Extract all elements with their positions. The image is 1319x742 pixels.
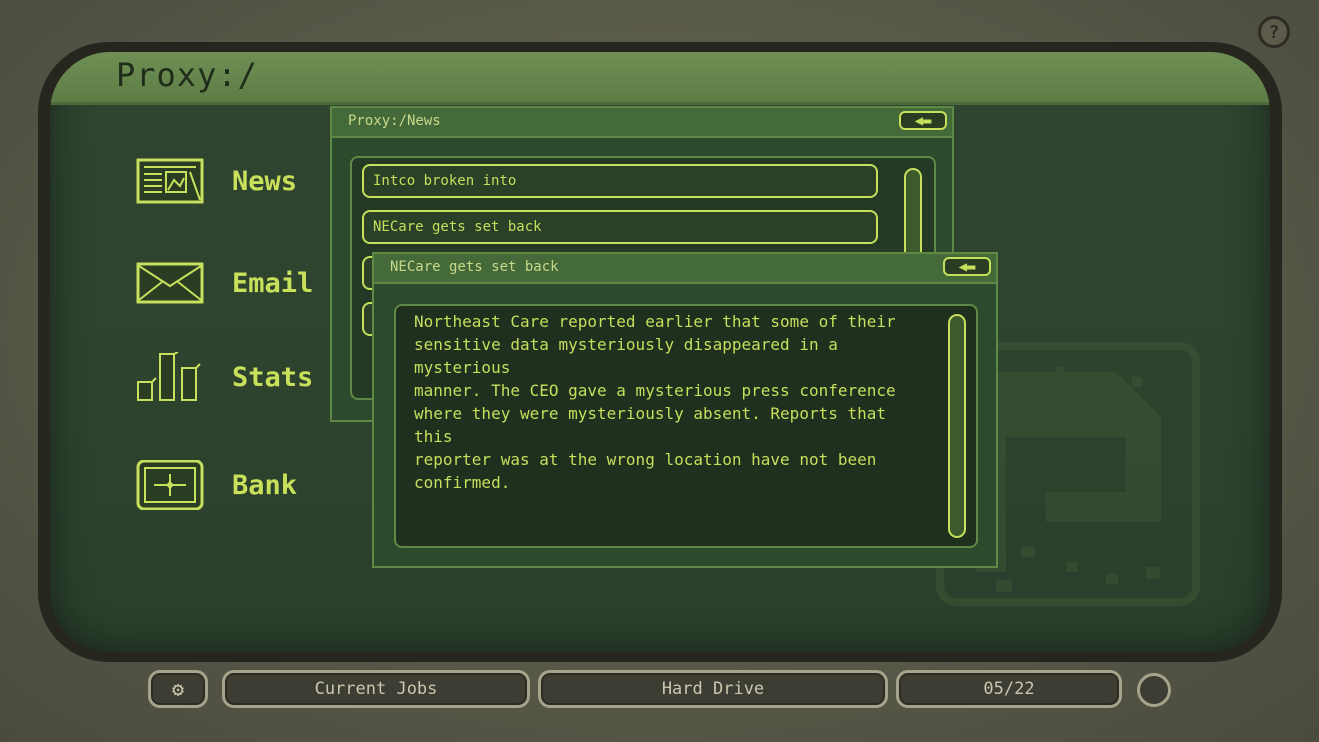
- article-window-title: NECare gets set back: [390, 259, 559, 275]
- back-arrow-icon: ◀▬: [958, 258, 976, 275]
- app-news[interactable]: News: [136, 156, 297, 206]
- app-bank-label: Bank: [232, 469, 298, 501]
- bar-chart-icon: [137, 352, 201, 401]
- app-email-label: Email: [232, 267, 314, 299]
- app-stats-label: Stats: [232, 361, 314, 393]
- news-window-titlebar[interactable]: Proxy:/News ◀▬: [332, 108, 952, 138]
- screen-title: Proxy:/: [116, 56, 258, 94]
- back-arrow-icon: ◀▬: [914, 112, 932, 129]
- app-email[interactable]: Email: [136, 258, 313, 308]
- news-back-button[interactable]: ◀▬: [899, 111, 947, 130]
- app-bank[interactable]: Bank: [136, 460, 297, 510]
- screen-header: Proxy:/: [50, 52, 1270, 105]
- article-back-button[interactable]: ◀▬: [943, 257, 991, 276]
- article-body: Northeast Care reported earlier that som…: [394, 304, 978, 548]
- news-item[interactable]: NECare gets set back: [362, 210, 878, 244]
- help-button[interactable]: ?: [1258, 16, 1290, 48]
- article-text: Northeast Care reported earlier that som…: [414, 312, 896, 492]
- settings-button[interactable]: ⚙: [148, 670, 208, 708]
- desktop-screen: Proxy:/ News Email Stats Bank Proxy:/New…: [50, 52, 1270, 652]
- current-jobs-button[interactable]: Current Jobs: [222, 670, 530, 708]
- date-display: 05/22: [896, 670, 1122, 708]
- app-stats[interactable]: Stats: [136, 352, 313, 402]
- hard-drive-button[interactable]: Hard Drive: [538, 670, 888, 708]
- article-window[interactable]: NECare gets set back ◀▬ Northeast Care r…: [372, 252, 998, 568]
- article-scrollbar[interactable]: [948, 314, 966, 538]
- power-icon[interactable]: [1137, 673, 1171, 707]
- envelope-icon: [136, 262, 204, 304]
- app-news-label: News: [232, 165, 298, 197]
- news-window-title: Proxy:/News: [348, 113, 441, 129]
- gear-icon: ⚙: [171, 677, 185, 701]
- news-item[interactable]: Intco broken into: [362, 164, 878, 198]
- article-window-titlebar[interactable]: NECare gets set back ◀▬: [374, 254, 996, 284]
- newspaper-icon: [136, 158, 204, 204]
- card-icon: [136, 460, 204, 510]
